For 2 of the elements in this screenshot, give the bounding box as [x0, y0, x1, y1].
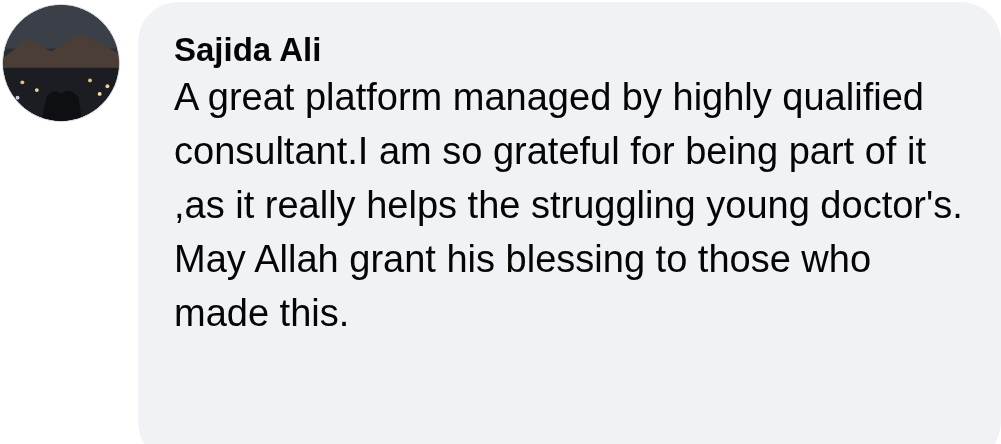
comment-text: A great platform managed by highly qualified consultant.I am so grateful for being part of it ,as it really helps the struggling young doctor's. May Allah grant his blessing to those who made this.: [174, 75, 964, 336]
author-name[interactable]: Sajida Ali: [174, 30, 981, 70]
